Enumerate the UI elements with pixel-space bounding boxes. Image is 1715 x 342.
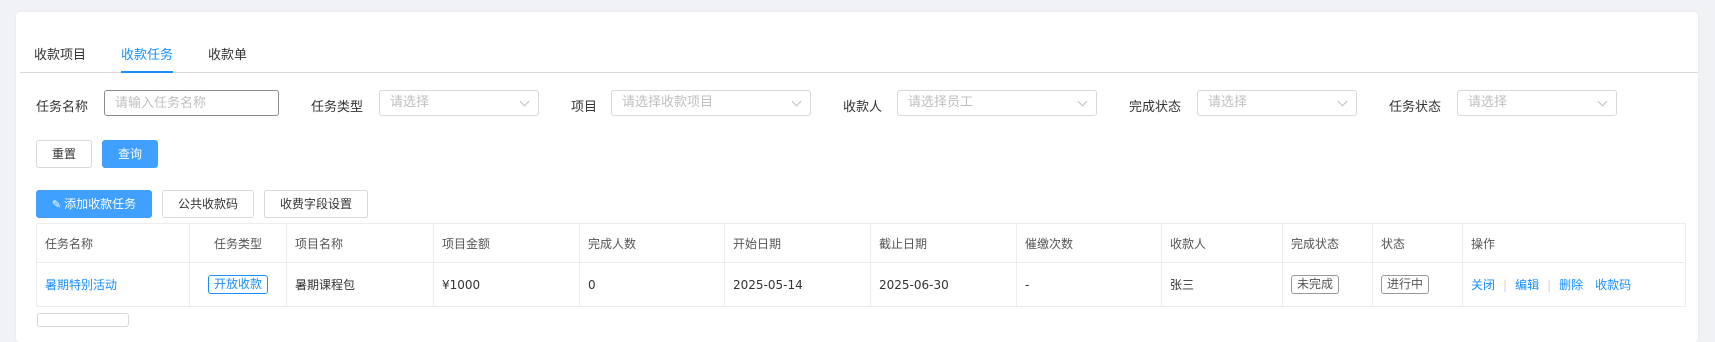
task-name-link[interactable]: 暑期特别活动 xyxy=(45,276,117,293)
completion-status-cell: 未完成 xyxy=(1283,263,1373,306)
fee-fields-button[interactable]: 收费字段设置 xyxy=(264,190,368,218)
reminder-count-cell: - xyxy=(1017,263,1162,306)
completion-status-label: 完成状态 xyxy=(1129,100,1182,115)
project-label: 项目 xyxy=(571,100,598,115)
reset-button[interactable]: 重置 xyxy=(36,140,92,168)
completion-status-placeholder: 请选择 xyxy=(1208,95,1248,110)
add-task-button[interactable]: ✎ 添加收款任务 xyxy=(36,190,152,218)
public-code-button[interactable]: 公共收款码 xyxy=(162,190,254,218)
chevron-down-icon xyxy=(519,96,530,107)
tab-bar: 收款项目 收款任务 收款单 xyxy=(20,28,1698,73)
pencil-icon: ✎ xyxy=(51,198,62,211)
task-status-placeholder: 请选择 xyxy=(1468,95,1508,110)
task-type-cell: 开放收款 xyxy=(190,263,287,306)
status-cell: 进行中 xyxy=(1373,263,1463,306)
task-name-label: 任务名称 xyxy=(36,100,89,115)
column-header: 催缴次数 xyxy=(1017,224,1162,262)
table-row: 暑期特别活动 开放收款 暑期课程包 ¥1000 0 2025-05-14 202… xyxy=(37,263,1685,307)
completion-status-tag: 未完成 xyxy=(1291,275,1340,294)
task-name-cell[interactable]: 暑期特别活动 xyxy=(37,263,190,306)
column-header: 任务类型 xyxy=(190,224,287,262)
completed-count-cell: 0 xyxy=(580,263,725,306)
pagination-stub xyxy=(37,313,129,327)
project-select[interactable]: 请选择收款项目 xyxy=(611,90,811,116)
task-type-placeholder: 请选择 xyxy=(390,95,430,110)
task-status-select[interactable]: 请选择 xyxy=(1457,90,1617,116)
edit-action[interactable]: 编辑 xyxy=(1515,276,1539,293)
column-header: 状态 xyxy=(1373,224,1463,262)
column-header: 完成人数 xyxy=(580,224,725,262)
task-type-label: 任务类型 xyxy=(311,100,364,115)
end-date-cell: 2025-06-30 xyxy=(871,263,1017,306)
payee-cell: 张三 xyxy=(1162,263,1283,306)
table-header: 任务名称 任务类型 项目名称 项目金额 完成人数 开始日期 截止日期 催缴次数 … xyxy=(37,224,1685,263)
payee-select[interactable]: 请选择员工 xyxy=(897,90,1097,116)
task-name-input[interactable] xyxy=(104,90,279,116)
chevron-down-icon xyxy=(1597,96,1608,107)
divider: | xyxy=(1547,277,1552,292)
chevron-down-icon xyxy=(1337,96,1348,107)
start-date-cell: 2025-05-14 xyxy=(725,263,871,306)
project-placeholder: 请选择收款项目 xyxy=(622,95,714,110)
tab-collection-orders[interactable]: 收款单 xyxy=(208,44,247,72)
task-type-select[interactable]: 请选择 xyxy=(379,90,539,116)
status-tag: 进行中 xyxy=(1381,275,1430,294)
divider: | xyxy=(1503,277,1508,292)
payee-placeholder: 请选择员工 xyxy=(908,95,974,110)
column-header: 开始日期 xyxy=(725,224,871,262)
column-header: 操作 xyxy=(1471,236,1496,251)
amount-cell: ¥1000 xyxy=(434,263,580,306)
task-status-label: 任务状态 xyxy=(1389,100,1442,115)
tab-collection-projects[interactable]: 收款项目 xyxy=(34,44,86,72)
payee-label: 收款人 xyxy=(843,100,883,115)
delete-action[interactable]: 删除 xyxy=(1559,276,1583,293)
column-header: 项目金额 xyxy=(434,224,580,262)
column-header: 截止日期 xyxy=(871,224,1017,262)
column-header: 任务名称 xyxy=(37,224,190,262)
column-header: 项目名称 xyxy=(287,224,434,262)
close-action[interactable]: 关闭 xyxy=(1471,276,1495,293)
project-name-cell: 暑期课程包 xyxy=(287,263,434,306)
payment-code-action[interactable]: 收款码 xyxy=(1595,276,1631,293)
task-table: 任务名称 任务类型 项目名称 项目金额 完成人数 开始日期 截止日期 催缴次数 … xyxy=(36,223,1686,307)
column-header: 完成状态 xyxy=(1283,224,1373,262)
completion-status-select[interactable]: 请选择 xyxy=(1197,90,1357,116)
query-button[interactable]: 查询 xyxy=(102,140,158,168)
tab-collection-tasks[interactable]: 收款任务 xyxy=(121,44,174,73)
column-header: 收款人 xyxy=(1162,224,1283,262)
chevron-down-icon xyxy=(1077,96,1088,107)
add-task-label: 添加收款任务 xyxy=(64,197,137,211)
actions-cell: 关闭 | 编辑 | 删除 收款码 xyxy=(1463,263,1685,306)
chevron-down-icon xyxy=(791,96,802,107)
task-type-tag: 开放收款 xyxy=(207,275,268,294)
